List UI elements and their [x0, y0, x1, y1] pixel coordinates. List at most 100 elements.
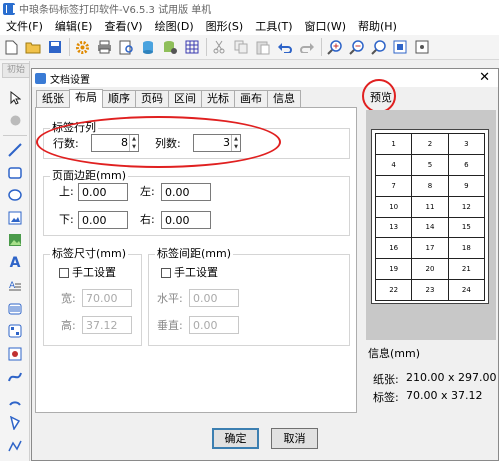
page-margins-group-title: 页面边距(mm): [50, 169, 129, 183]
preview-cell: 7: [376, 175, 413, 197]
label-width-input[interactable]: [82, 289, 132, 307]
tab-canvas[interactable]: 画布: [234, 90, 268, 107]
text-tool-icon[interactable]: A: [7, 255, 23, 271]
label-size-manual-label: 手工设置: [72, 266, 116, 279]
database-icon[interactable]: [140, 39, 156, 55]
cut-icon[interactable]: [211, 39, 227, 55]
tool-palette: A A: [0, 61, 30, 461]
app-window: 中琅条码标签打印软件-V6.5.3 试用版 单机 文件(F) 编辑(E) 查看(…: [0, 0, 499, 461]
margin-right-input[interactable]: [161, 211, 211, 229]
tab-info[interactable]: 信息: [267, 90, 301, 107]
gap-horizontal-input[interactable]: [189, 289, 239, 307]
open-icon[interactable]: [25, 39, 41, 55]
menu-file[interactable]: 文件(F): [0, 18, 49, 34]
curve-tool-icon[interactable]: [7, 369, 23, 385]
shape-tool-icon[interactable]: [7, 346, 23, 362]
label-gap-manual-checkbox[interactable]: [161, 268, 171, 278]
menu-view[interactable]: 查看(V): [98, 18, 148, 34]
polyline-tool-icon[interactable]: [7, 438, 23, 454]
margin-left-input[interactable]: [161, 183, 211, 201]
qrcode-tool-icon[interactable]: [7, 323, 23, 339]
zoom-in-icon[interactable]: [326, 39, 342, 55]
tab-order[interactable]: 顺序: [102, 90, 136, 107]
margin-bottom-input[interactable]: [78, 211, 128, 229]
gap-vertical-input[interactable]: [189, 316, 239, 334]
document-settings-dialog: 文档设置 ✕ 纸张 布局 顺序 页码 区间 光标 画布 信息 标签行列 行数: …: [31, 68, 499, 461]
preview-label: 预览: [370, 91, 392, 104]
settings-icon[interactable]: [74, 39, 90, 55]
gap-horizontal-label: 水平:: [157, 292, 183, 305]
redo-icon[interactable]: [299, 39, 315, 55]
tab-page-number[interactable]: 页码: [135, 90, 169, 107]
grid-icon[interactable]: [184, 39, 200, 55]
preview-cell: 2: [412, 134, 449, 155]
info-paper-value: 210.00 x 297.00: [406, 371, 497, 384]
select-pointer-icon[interactable]: [7, 90, 23, 106]
paste-icon[interactable]: [255, 39, 271, 55]
picture-tool-icon[interactable]: [7, 232, 23, 248]
preview-cell: 19: [376, 259, 413, 281]
document-tab-stub[interactable]: 初始: [2, 63, 30, 78]
image-tool-icon[interactable]: [7, 210, 23, 226]
arc-tool-icon[interactable]: [7, 392, 23, 408]
info-title: 信息(mm): [368, 347, 421, 360]
dialog-icon: [35, 72, 46, 84]
save-icon[interactable]: [47, 39, 63, 55]
preview-cell: 5: [412, 154, 449, 176]
zoom-100-icon[interactable]: [414, 39, 430, 55]
ellipse-tool-icon[interactable]: [7, 187, 23, 203]
app-logo-icon: [3, 2, 15, 15]
margin-right-label: 右:: [140, 213, 155, 226]
tab-cursor[interactable]: 光标: [201, 90, 235, 107]
tab-range[interactable]: 区间: [168, 90, 202, 107]
window-title: 中琅条码标签打印软件-V6.5.3 试用版 单机: [19, 5, 212, 16]
print-icon[interactable]: [96, 39, 112, 55]
preview-cell: 21: [448, 259, 485, 281]
polygon-tool-icon[interactable]: [7, 415, 23, 431]
print-preview-icon[interactable]: [118, 39, 134, 55]
cancel-button[interactable]: 取消: [271, 428, 318, 449]
barcode-tool-icon[interactable]: [7, 301, 23, 317]
menu-tools[interactable]: 工具(T): [249, 18, 298, 34]
copy-icon[interactable]: [233, 39, 249, 55]
label-width-label: 宽:: [61, 292, 76, 305]
margin-left-label: 左:: [140, 185, 155, 198]
database-settings-icon[interactable]: [162, 39, 178, 55]
zoom-fit-icon[interactable]: [370, 39, 386, 55]
menu-edit[interactable]: 编辑(E): [49, 18, 99, 34]
preview-cell: 9: [448, 175, 485, 197]
undo-icon[interactable]: [277, 39, 293, 55]
tab-paper[interactable]: 纸张: [36, 90, 70, 107]
label-height-input[interactable]: [82, 316, 132, 334]
tab-layout[interactable]: 布局: [69, 89, 103, 108]
new-icon[interactable]: [3, 39, 19, 55]
rectangle-tool-icon[interactable]: [7, 165, 23, 181]
close-icon[interactable]: ✕: [479, 69, 490, 87]
menu-help[interactable]: 帮助(H): [352, 18, 403, 34]
menu-window[interactable]: 窗口(W): [299, 18, 352, 34]
menu-bar: 文件(F) 编辑(E) 查看(V) 绘图(D) 图形(S) 工具(T) 窗口(W…: [0, 17, 499, 35]
preview-cell: 22: [376, 280, 413, 301]
label-height-label: 高:: [61, 319, 76, 332]
toolbar-separator: [206, 38, 207, 56]
margin-top-input[interactable]: [78, 183, 128, 201]
preview-cell: 24: [448, 280, 485, 301]
line-tool-icon[interactable]: [7, 142, 23, 158]
preview-cell: 20: [412, 259, 449, 281]
pan-hand-icon[interactable]: [7, 112, 23, 128]
preview-cell: 10: [376, 196, 413, 218]
zoom-page-icon[interactable]: [392, 39, 408, 55]
info-label-value: 70.00 x 37.12: [406, 389, 483, 402]
label-gap-group: 标签间距(mm) 手工设置 水平: 垂直:: [148, 247, 350, 346]
preview-cell: 12: [448, 196, 485, 218]
label-size-manual-checkbox[interactable]: [59, 268, 69, 278]
rich-text-tool-icon[interactable]: A: [7, 278, 23, 294]
zoom-out-icon[interactable]: [348, 39, 364, 55]
layout-tab-panel: 标签行列 行数: 8 ▲▼ 列数: 3 ▲▼ 页面边距(mm) 上: 左:: [35, 107, 357, 413]
label-gap-manual-label: 手工设置: [174, 266, 218, 279]
preview-cell: 1: [376, 134, 413, 155]
ok-button[interactable]: 确定: [212, 428, 259, 449]
menu-draw[interactable]: 绘图(D): [149, 18, 200, 34]
preview-cell: 15: [448, 217, 485, 239]
menu-shape[interactable]: 图形(S): [200, 18, 250, 34]
